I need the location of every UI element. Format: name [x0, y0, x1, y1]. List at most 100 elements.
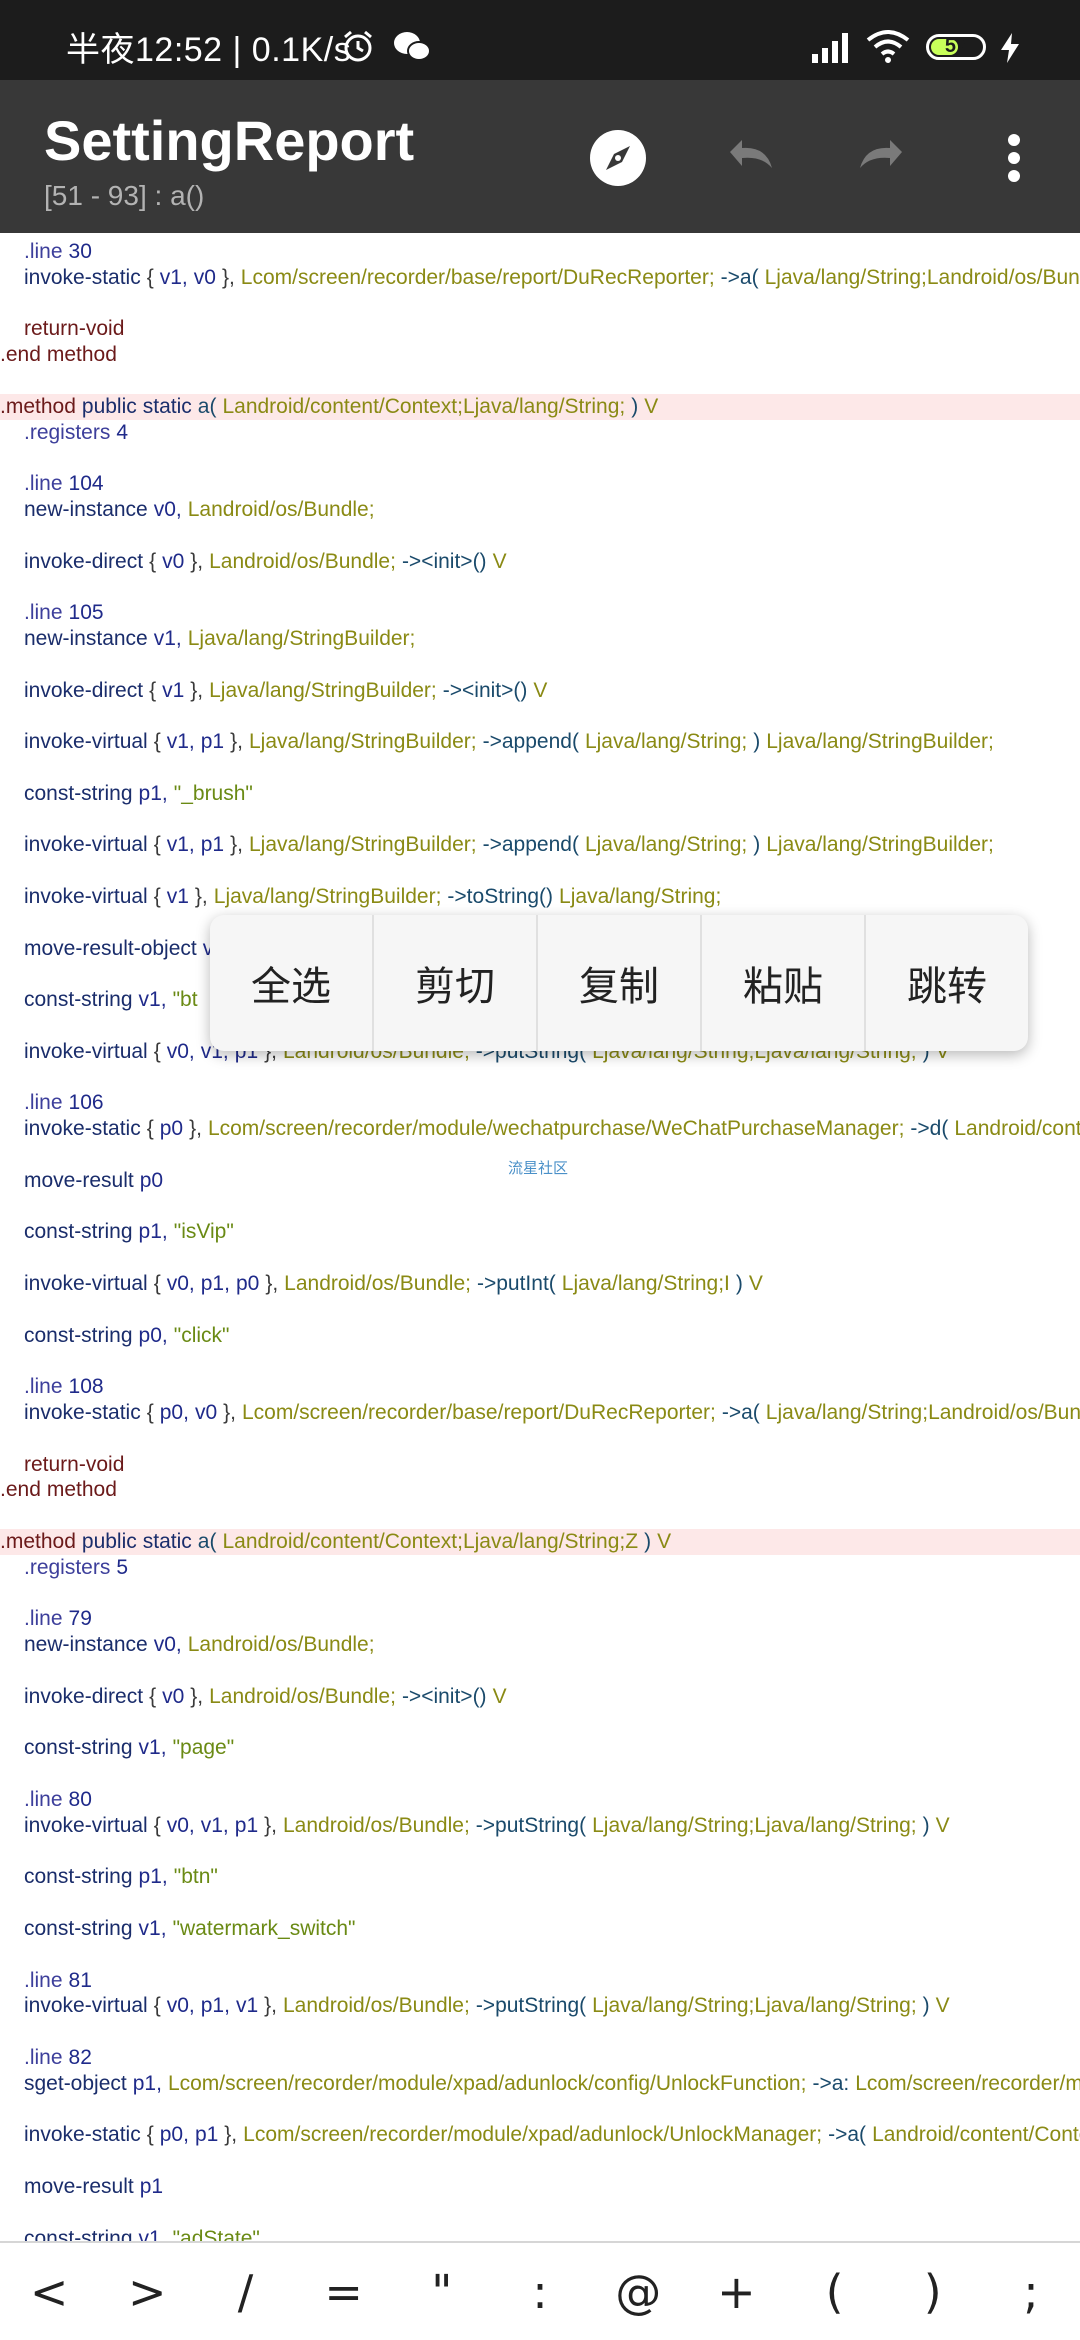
- undo-button[interactable]: [714, 122, 786, 194]
- code-line[interactable]: .line 79: [0, 1606, 1080, 1632]
- symbol-key-open-paren[interactable]: (: [786, 2265, 884, 2319]
- code-line[interactable]: const-string v1, "page": [0, 1735, 1080, 1761]
- redo-button[interactable]: [846, 122, 918, 194]
- code-line[interactable]: move-result p1: [0, 2174, 1080, 2200]
- code-line[interactable]: .registers 5: [0, 1555, 1080, 1581]
- code-line[interactable]: .line 108: [0, 1374, 1080, 1400]
- code-line[interactable]: .line 80: [0, 1787, 1080, 1813]
- code-line[interactable]: invoke-virtual{v1}, Ljava/lang/StringBuil…: [0, 884, 1080, 910]
- code-token: v0,: [166, 1039, 195, 1063]
- code-line[interactable]: const-string p0, "click": [0, 1323, 1080, 1349]
- symbol-key-quote[interactable]: ": [393, 2265, 491, 2319]
- code-line[interactable]: [0, 858, 1080, 884]
- code-line[interactable]: const-string p1, "_brush": [0, 781, 1080, 807]
- code-line[interactable]: [0, 652, 1080, 678]
- code-token: -><init>(): [401, 1684, 487, 1708]
- code-line[interactable]: [0, 703, 1080, 729]
- code-line[interactable]: [0, 1194, 1080, 1220]
- code-line[interactable]: [0, 2148, 1080, 2174]
- code-line[interactable]: const-string v1, "adState": [0, 2226, 1080, 2241]
- symbol-key-at[interactable]: @: [589, 2265, 687, 2319]
- code-line[interactable]: [0, 1710, 1080, 1736]
- code-line[interactable]: invoke-static{p0, p1}, Lcom/screen/recorde…: [0, 2122, 1080, 2148]
- code-line[interactable]: [0, 291, 1080, 317]
- code-line[interactable]: new-instance v0, Landroid/os/Bundle;: [0, 1632, 1080, 1658]
- code-line[interactable]: [0, 1581, 1080, 1607]
- code-line[interactable]: return-void: [0, 1452, 1080, 1478]
- code-line[interactable]: const-string p1, "isVip": [0, 1219, 1080, 1245]
- code-line[interactable]: invoke-static{p0}, Lcom/screen/recorder/m…: [0, 1116, 1080, 1142]
- symbol-key-close-paren[interactable]: ): [884, 2265, 982, 2319]
- code-line[interactable]: const-string p1, "btn": [0, 1864, 1080, 1890]
- code-line[interactable]: [0, 1890, 1080, 1916]
- code-line[interactable]: [0, 755, 1080, 781]
- code-line[interactable]: .end method: [0, 1477, 1080, 1503]
- code-line[interactable]: [0, 2200, 1080, 2226]
- symbol-key-slash[interactable]: /: [196, 2265, 294, 2319]
- code-line[interactable]: [0, 1245, 1080, 1271]
- code-line[interactable]: .registers 4: [0, 420, 1080, 446]
- code-line[interactable]: invoke-virtual{v1, p1}, Ljava/lang/StringB…: [0, 832, 1080, 858]
- code-line[interactable]: .line 82: [0, 2045, 1080, 2071]
- code-line[interactable]: invoke-static{v1, v0}, Lcom/screen/recorde…: [0, 265, 1080, 291]
- code-line[interactable]: sget-object p1, Lcom/screen/recorder/modul…: [0, 2071, 1080, 2097]
- code-editor[interactable]: .line 30 invoke-static{v1, v0}, Lcom/screen/…: [0, 233, 1080, 2241]
- code-token: ->putString(: [475, 1994, 587, 2018]
- symbol-key-semicolon[interactable]: ;: [982, 2265, 1080, 2319]
- code-line[interactable]: .line 104: [0, 471, 1080, 497]
- code-token: {: [146, 265, 154, 289]
- paste-button[interactable]: 粘贴: [702, 915, 866, 1051]
- code-line[interactable]: new-instance v0, Landroid/os/Bundle;: [0, 497, 1080, 523]
- code-line[interactable]: [0, 1297, 1080, 1323]
- code-line[interactable]: return-void: [0, 316, 1080, 342]
- code-line[interactable]: invoke-virtual{v0, p1, v1}, Landroid/os/Bun…: [0, 1993, 1080, 2019]
- code-line[interactable]: [0, 2019, 1080, 2045]
- code-line[interactable]: [0, 1839, 1080, 1865]
- code-line[interactable]: invoke-direct{v0}, Landroid/os/Bundle; -><…: [0, 549, 1080, 575]
- code-line[interactable]: invoke-static{p0, v0}, Lcom/screen/recorde…: [0, 1400, 1080, 1426]
- code-line[interactable]: .method public static a(Landroid/content/Co…: [0, 393, 1080, 420]
- symbol-key-greater-than[interactable]: >: [98, 2265, 196, 2319]
- code-line[interactable]: .line 81: [0, 1968, 1080, 1994]
- code-line[interactable]: invoke-direct{v1}, Ljava/lang/StringBuild…: [0, 678, 1080, 704]
- select-all-button[interactable]: 全选: [210, 915, 374, 1051]
- navigate-button[interactable]: [582, 122, 654, 194]
- code-line[interactable]: [0, 445, 1080, 471]
- code-line[interactable]: [0, 1503, 1080, 1529]
- code-line[interactable]: .end method: [0, 342, 1080, 368]
- code-line[interactable]: invoke-virtual{v0, p1, p0}, Landroid/os/Bun…: [0, 1271, 1080, 1297]
- code-line[interactable]: [0, 2097, 1080, 2123]
- code-line[interactable]: .line 105: [0, 600, 1080, 626]
- more-options-button[interactable]: [978, 122, 1050, 194]
- code-token: "btn": [173, 1865, 218, 1889]
- code-line[interactable]: [0, 1942, 1080, 1968]
- code-line[interactable]: [0, 1065, 1080, 1091]
- code-line[interactable]: new-instance v1, Ljava/lang/StringBuilder;: [0, 626, 1080, 652]
- code-line[interactable]: [0, 807, 1080, 833]
- code-line[interactable]: [0, 523, 1080, 549]
- code-line[interactable]: [0, 574, 1080, 600]
- code-line[interactable]: invoke-virtual{v0, v1, p1}, Landroid/os/Bun…: [0, 1813, 1080, 1839]
- code-line[interactable]: .method public static a(Landroid/content/Co…: [0, 1529, 1080, 1555]
- code-token: 104: [68, 472, 104, 496]
- symbol-key-equals[interactable]: =: [295, 2265, 393, 2319]
- code-line[interactable]: [0, 1426, 1080, 1452]
- copy-button[interactable]: 复制: [538, 915, 702, 1051]
- code-line[interactable]: const-string v1, "watermark_switch": [0, 1916, 1080, 1942]
- code-line[interactable]: [0, 1348, 1080, 1374]
- code-line[interactable]: [0, 1761, 1080, 1787]
- code-line[interactable]: [0, 368, 1080, 394]
- symbol-key-less-than[interactable]: <: [0, 2265, 98, 2319]
- code-line[interactable]: .line 106: [0, 1090, 1080, 1116]
- code-token: ): [753, 730, 761, 754]
- code-token: {: [153, 1994, 161, 2018]
- code-token: },: [190, 678, 204, 702]
- code-line[interactable]: invoke-direct{v0}, Landroid/os/Bundle; -><…: [0, 1684, 1080, 1710]
- cut-button[interactable]: 剪切: [374, 915, 538, 1051]
- goto-button[interactable]: 跳转: [866, 915, 1028, 1051]
- symbol-key-plus[interactable]: +: [687, 2265, 785, 2319]
- symbol-key-colon[interactable]: :: [491, 2265, 589, 2319]
- code-line[interactable]: invoke-virtual{v1, p1}, Ljava/lang/StringB…: [0, 729, 1080, 755]
- code-line[interactable]: .line 30: [0, 239, 1080, 265]
- code-line[interactable]: [0, 1658, 1080, 1684]
